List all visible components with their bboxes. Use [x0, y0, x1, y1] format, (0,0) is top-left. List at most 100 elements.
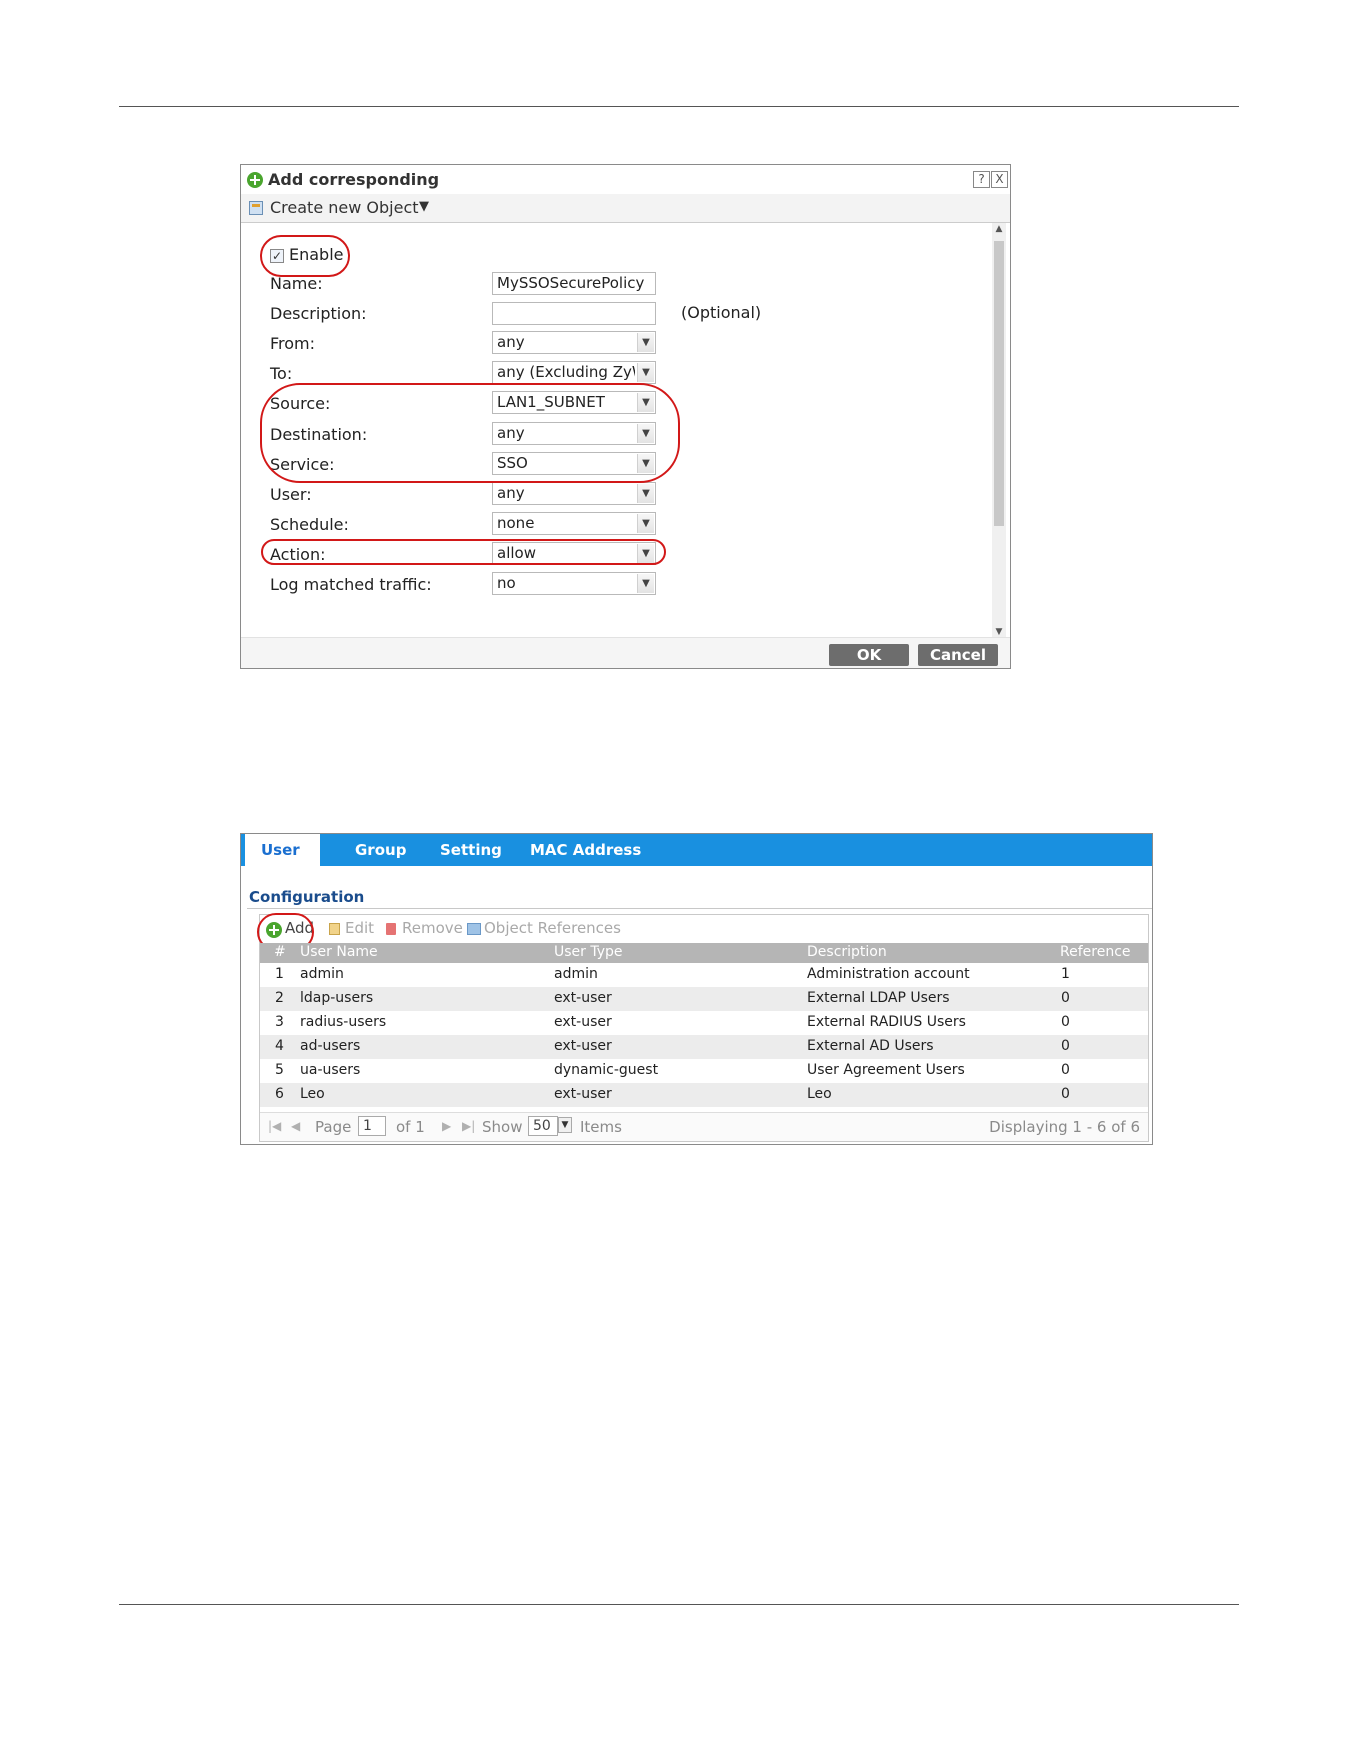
dialog-titlebar: Add corresponding ? X — [241, 165, 1010, 194]
chevron-down-icon[interactable]: ▼ — [558, 1117, 572, 1133]
scrollbar-thumb[interactable] — [994, 241, 1004, 526]
table-row[interactable]: 1 admin admin Administration account 1 — [260, 963, 1148, 987]
items-label: Items — [580, 1118, 622, 1136]
pagination-bar: |◀ ◀ Page 1 of 1 ▶ ▶| Show 50 ▼ Items Di… — [260, 1112, 1148, 1141]
from-value: any — [497, 333, 525, 351]
trash-icon — [386, 923, 396, 935]
chevron-down-icon[interactable]: ▼ — [637, 484, 654, 503]
ok-button[interactable]: OK — [829, 644, 909, 666]
policy-form: ✓ Enable Name: MySSOSecurePolicy Descrip… — [241, 223, 990, 638]
cell-reference: 0 — [1061, 1014, 1070, 1030]
chevron-down-icon[interactable]: ▼ — [637, 363, 654, 382]
last-page-icon[interactable]: ▶| — [462, 1119, 475, 1133]
cancel-button[interactable]: Cancel — [918, 644, 998, 666]
table-row[interactable]: 5 ua-users dynamic-guest User Agreement … — [260, 1059, 1148, 1083]
cell-number: 3 — [275, 1014, 284, 1030]
show-label: Show — [482, 1118, 523, 1136]
object-icon — [249, 201, 263, 215]
header-rule — [119, 106, 1239, 107]
cell-user-type: ext-user — [554, 1038, 612, 1054]
table-toolbar: Add Edit Remove Object References — [260, 915, 1148, 943]
close-button[interactable]: X — [991, 171, 1008, 188]
cell-description: External AD Users — [807, 1038, 934, 1054]
page-count-label: of 1 — [396, 1118, 425, 1136]
name-input[interactable]: MySSOSecurePolicy — [492, 272, 656, 295]
next-page-icon[interactable]: ▶ — [442, 1119, 451, 1133]
column-header-user-type[interactable]: User Type — [554, 944, 623, 960]
object-references-button[interactable]: Object References — [484, 919, 621, 937]
log-label: Log matched traffic: — [270, 575, 432, 594]
table-row[interactable]: 2 ldap-users ext-user External LDAP User… — [260, 987, 1148, 1011]
add-corresponding-dialog: Add corresponding ? X Create new Object … — [240, 164, 1011, 669]
tab-mac-address[interactable]: MAC Address — [530, 834, 641, 866]
user-table-container: Add Edit Remove Object References # User… — [257, 913, 1149, 1142]
cell-reference: 0 — [1061, 990, 1070, 1006]
dialog-footer: OK Cancel — [241, 637, 1010, 668]
edit-button[interactable]: Edit — [345, 919, 374, 937]
cell-user-type: dynamic-guest — [554, 1062, 659, 1078]
chevron-down-icon[interactable]: ▼ — [637, 333, 654, 352]
cell-user-type: ext-user — [554, 990, 612, 1006]
help-button[interactable]: ? — [973, 171, 990, 188]
cell-user-name: ldap-users — [300, 990, 374, 1006]
column-header-reference[interactable]: Reference — [1060, 944, 1131, 960]
create-new-object-menu[interactable]: Create new Object — [270, 198, 419, 217]
column-header-description[interactable]: Description — [807, 944, 887, 960]
table-row[interactable]: 6 Leo ext-user Leo 0 — [260, 1083, 1148, 1107]
tab-user[interactable]: User — [245, 834, 320, 867]
description-input[interactable] — [492, 302, 656, 325]
description-label: Description: — [270, 304, 367, 323]
cell-description: Administration account — [807, 966, 970, 982]
highlight-action — [261, 539, 666, 565]
chevron-down-icon[interactable]: ▼ — [637, 514, 654, 533]
remove-button[interactable]: Remove — [402, 919, 463, 937]
page-size-select[interactable]: 50 — [528, 1116, 558, 1136]
add-icon — [247, 172, 263, 188]
cell-user-type: admin — [554, 966, 598, 982]
cell-user-name: Leo — [300, 1086, 325, 1102]
tab-setting[interactable]: Setting — [440, 834, 502, 866]
table-row[interactable]: 4 ad-users ext-user External AD Users 0 — [260, 1035, 1148, 1059]
user-value: any — [497, 484, 525, 502]
cell-reference: 0 — [1061, 1038, 1070, 1054]
cell-number: 5 — [275, 1062, 284, 1078]
schedule-select[interactable]: none ▼ — [492, 512, 656, 535]
user-select[interactable]: any ▼ — [492, 482, 656, 505]
to-value: any (Excluding ZyW — [497, 363, 635, 381]
cell-user-type: ext-user — [554, 1086, 612, 1102]
cell-description: Leo — [807, 1086, 832, 1102]
dialog-scrollbar[interactable]: ▲ ▼ — [992, 223, 1006, 638]
cell-user-name: admin — [300, 966, 344, 982]
tab-bar: User Group Setting MAC Address — [241, 834, 1152, 867]
cell-reference: 1 — [1061, 966, 1070, 982]
schedule-label: Schedule: — [270, 515, 349, 534]
cell-user-name: radius-users — [300, 1014, 387, 1030]
cell-user-name: ad-users — [300, 1038, 361, 1054]
first-page-icon[interactable]: |◀ — [268, 1119, 281, 1133]
tab-group[interactable]: Group — [355, 834, 406, 866]
dialog-title: Add corresponding — [268, 170, 440, 189]
table-row[interactable]: 3 radius-users ext-user External RADIUS … — [260, 1011, 1148, 1035]
edit-icon — [329, 923, 340, 935]
previous-page-icon[interactable]: ◀ — [291, 1119, 300, 1133]
scroll-up-icon[interactable]: ▲ — [992, 224, 1006, 234]
optional-hint: (Optional) — [681, 303, 762, 322]
from-select[interactable]: any ▼ — [492, 331, 656, 354]
page-label: Page — [315, 1118, 352, 1136]
cell-reference: 0 — [1061, 1086, 1070, 1102]
dropdown-caret-icon[interactable]: ▼ — [419, 199, 429, 214]
log-select[interactable]: no ▼ — [492, 572, 656, 595]
to-select[interactable]: any (Excluding ZyW ▼ — [492, 361, 656, 384]
user-configuration-panel: User Group Setting MAC Address Configura… — [240, 833, 1153, 1145]
scroll-down-icon[interactable]: ▼ — [992, 627, 1006, 637]
section-divider — [247, 908, 1152, 909]
from-label: From: — [270, 334, 316, 353]
section-title: Configuration — [249, 888, 365, 906]
column-header-user-name[interactable]: User Name — [300, 944, 378, 960]
column-header-number[interactable]: # — [274, 944, 286, 960]
log-value: no — [497, 574, 516, 592]
highlight-enable — [260, 235, 350, 277]
page-number-input[interactable]: 1 — [358, 1116, 386, 1136]
cell-description: External LDAP Users — [807, 990, 950, 1006]
chevron-down-icon[interactable]: ▼ — [637, 574, 654, 593]
